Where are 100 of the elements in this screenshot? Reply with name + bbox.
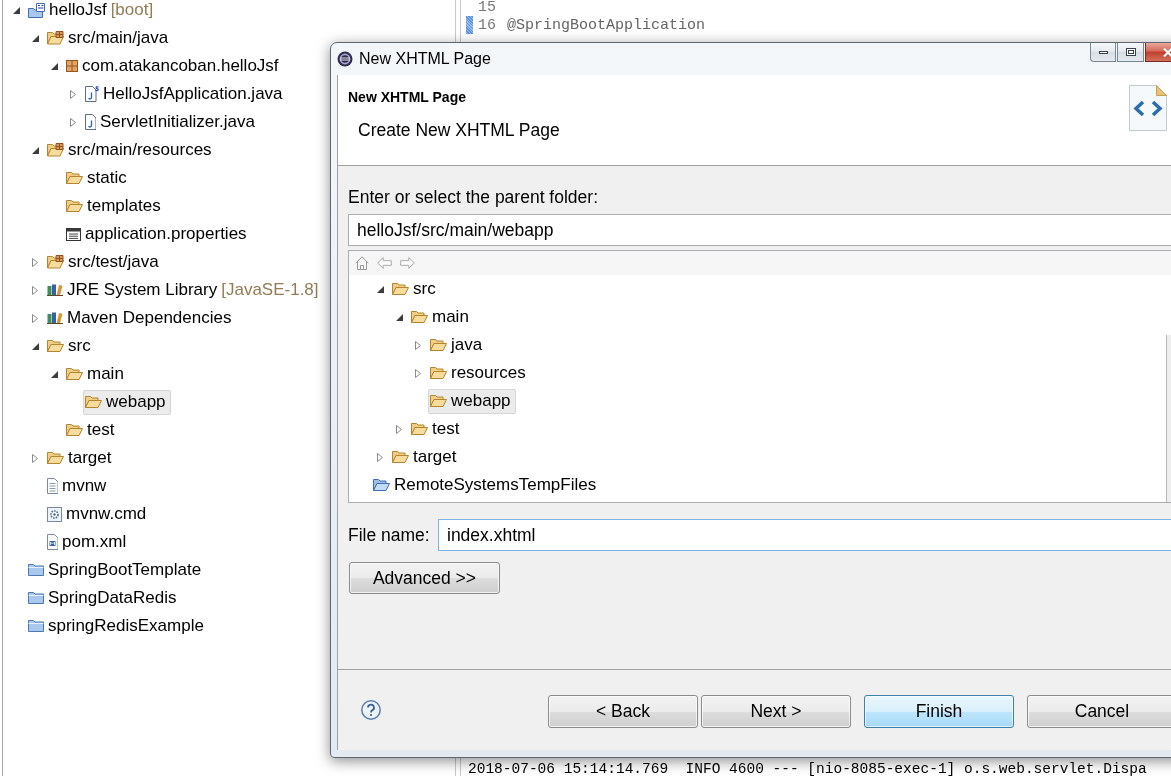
open-folder-icon	[66, 172, 83, 184]
dialog-button[interactable]: Cancel	[1027, 695, 1171, 728]
home-icon[interactable]	[355, 256, 369, 270]
tree-item[interactable]: application.properties	[64, 221, 252, 247]
dialog-button[interactable]: Next >	[701, 695, 851, 728]
tree-item[interactable]: ServletInitializer.java	[83, 109, 260, 135]
open-folder-icon	[411, 423, 428, 435]
tree-item[interactable]: src	[390, 276, 441, 302]
tree-item[interactable]: SpringDataRedis	[26, 585, 182, 611]
tree-item[interactable]: helloJsf [boot]	[26, 0, 159, 23]
dialog-button[interactable]: < Back	[548, 695, 698, 728]
expand-arrow-icon[interactable]	[396, 424, 402, 434]
tree-item[interactable]: pom.xml	[45, 529, 132, 555]
expand-arrow-icon[interactable]	[415, 340, 421, 350]
minimize-button[interactable]	[1090, 43, 1116, 62]
advanced-button[interactable]: Advanced >>	[349, 562, 500, 594]
tree-item[interactable]: main	[64, 361, 129, 387]
tree-item[interactable]: resources	[428, 360, 531, 386]
forward-arrow-icon[interactable]	[400, 257, 415, 269]
source-folder-icon	[47, 255, 64, 269]
java-file-icon	[85, 86, 99, 102]
open-folder-icon	[66, 424, 83, 436]
open-folder-icon	[373, 479, 390, 491]
tree-item[interactable]: webapp	[428, 388, 516, 414]
line-number: 15	[477, 0, 497, 16]
open-folder-icon	[392, 451, 409, 463]
open-folder-icon	[85, 396, 102, 408]
back-arrow-icon[interactable]	[377, 257, 392, 269]
maximize-icon	[1125, 48, 1136, 56]
tree-item[interactable]: src	[45, 333, 96, 359]
window-title: New XHTML Page	[359, 50, 491, 68]
tree-item[interactable]: test	[409, 416, 465, 442]
minimize-icon	[1098, 50, 1108, 54]
tree-item[interactable]: target	[390, 444, 462, 470]
maximize-button[interactable]	[1117, 43, 1144, 62]
console-line: 2018-07-06 15:14:14.769 INFO 4600 --- [nio-8085-exec-1] o.s.web.servlet.Dispa	[467, 762, 1148, 776]
help-icon[interactable]	[361, 700, 381, 720]
line-number: 16	[477, 16, 497, 34]
app-icon	[337, 51, 353, 67]
open-folder-icon	[66, 368, 83, 380]
collapse-arrow-icon[interactable]	[376, 285, 384, 293]
open-folder-icon	[411, 311, 428, 323]
tree-item[interactable]: test	[64, 417, 120, 443]
collapse-arrow-icon[interactable]	[12, 6, 20, 14]
tree-item[interactable]: Maven Dependencies	[45, 305, 237, 331]
tree-item[interactable]: JRE System Library [JavaSE-1.8]	[45, 277, 324, 303]
tree-item[interactable]: mvnw.cmd	[45, 501, 152, 527]
open-folder-icon	[47, 452, 64, 464]
tree-item[interactable]: HelloJsfApplication.java	[83, 81, 288, 107]
expand-arrow-icon[interactable]	[32, 285, 38, 295]
collapse-arrow-icon[interactable]	[31, 146, 39, 154]
tree-item[interactable]: webapp	[83, 389, 171, 415]
tree-item[interactable]: templates	[64, 193, 166, 219]
field-label: Enter or select the parent folder:	[348, 186, 598, 208]
source-folder-icon	[47, 143, 64, 157]
open-folder-icon	[66, 200, 83, 212]
tree-item[interactable]: mvnw	[45, 473, 112, 499]
tree-item[interactable]: java	[428, 332, 488, 358]
dialog-heading: New XHTML Page	[348, 89, 466, 105]
collapse-arrow-icon[interactable]	[50, 62, 58, 70]
collapse-arrow-icon[interactable]	[31, 34, 39, 42]
tree-item[interactable]: main	[409, 304, 474, 330]
file-name-field[interactable]: index.xhtml	[438, 519, 1171, 551]
dialog-button[interactable]: Finish	[864, 695, 1014, 728]
tree-item[interactable]: src/main/resources	[45, 137, 217, 163]
open-folder-icon	[430, 367, 447, 379]
package-icon	[66, 60, 78, 72]
field-label: File name:	[348, 524, 431, 546]
close-icon	[1162, 47, 1171, 57]
tree-item[interactable]: SpringBootTemplate	[26, 557, 207, 583]
open-folder-icon	[47, 340, 64, 352]
expand-arrow-icon[interactable]	[377, 452, 383, 462]
closed-folder-icon	[28, 592, 44, 604]
code-file-icon	[1129, 85, 1167, 131]
tree-item[interactable]: springRedisExample	[26, 613, 209, 639]
expand-arrow-icon[interactable]	[32, 313, 38, 323]
closed-folder-icon	[28, 620, 44, 632]
tree-item[interactable]: com.atakancoban.helloJsf	[64, 53, 284, 79]
collapse-arrow-icon[interactable]	[395, 313, 403, 321]
expand-arrow-icon[interactable]	[32, 257, 38, 267]
tree-item[interactable]: RemoteSystemsTempFiles	[371, 472, 602, 498]
tree-item[interactable]: src/main/java	[45, 25, 174, 51]
tree-item[interactable]: static	[64, 165, 132, 191]
books-icon	[47, 312, 63, 324]
open-folder-icon	[430, 395, 447, 407]
collapse-arrow-icon[interactable]	[31, 342, 39, 350]
folder-path-field[interactable]: helloJsf/src/main/webapp	[348, 214, 1171, 246]
tree-item[interactable]: src/test/java	[45, 249, 164, 275]
table-icon	[66, 227, 81, 241]
expand-arrow-icon[interactable]	[32, 453, 38, 463]
expand-arrow-icon[interactable]	[70, 89, 76, 99]
document-icon	[47, 534, 58, 550]
text-file-icon	[47, 478, 58, 494]
code-line: @SpringBootApplication	[507, 16, 706, 34]
collapse-arrow-icon[interactable]	[50, 370, 58, 378]
expand-arrow-icon[interactable]	[70, 117, 76, 127]
expand-arrow-icon[interactable]	[415, 368, 421, 378]
books-icon	[47, 284, 63, 296]
closed-folder-icon	[28, 564, 44, 576]
tree-item[interactable]: target	[45, 445, 117, 471]
